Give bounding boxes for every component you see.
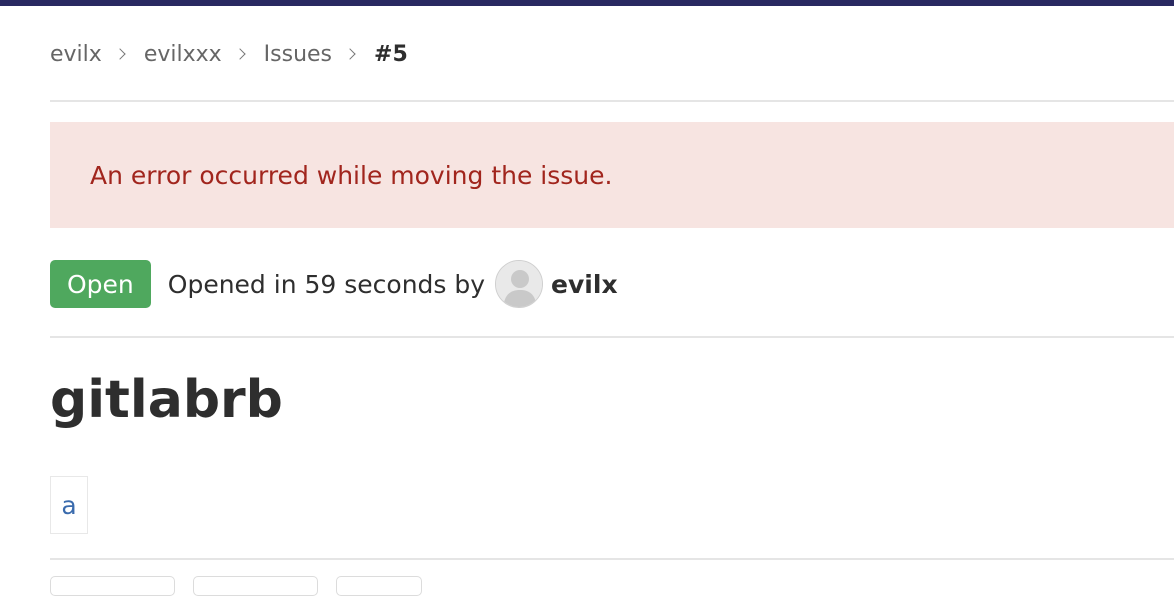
issue-description-text: a: [61, 490, 77, 520]
description-divider: [50, 558, 1174, 560]
breadcrumb-item-group[interactable]: evilx: [50, 42, 102, 67]
issue-description: a: [50, 476, 88, 534]
status-badge: Open: [50, 260, 151, 308]
error-alert-message: An error occurred while moving the issue…: [90, 160, 613, 190]
breadcrumb: evilx evilxxx Issues #5: [50, 36, 408, 72]
chevron-right-icon: [233, 48, 246, 60]
issue-action-button[interactable]: [50, 576, 175, 596]
issue-header-meta: Open Opened in 59 seconds by evilx: [50, 258, 618, 310]
chevron-right-icon: [114, 48, 126, 60]
chevron-right-icon: [344, 48, 356, 60]
default-user-avatar-icon[interactable]: [495, 260, 544, 308]
opened-timestamp-text: Opened in 59 seconds by: [167, 269, 486, 299]
breadcrumb-divider: [50, 100, 1174, 102]
header-divider: [50, 336, 1174, 338]
breadcrumb-item-issues[interactable]: Issues: [264, 42, 332, 67]
issue-title: gitlabrb: [50, 370, 283, 430]
error-alert: An error occurred while moving the issue…: [50, 122, 1174, 228]
issue-action-button[interactable]: [336, 576, 422, 596]
author-link[interactable]: evilx: [551, 270, 618, 299]
breadcrumb-item-project[interactable]: evilxxx: [144, 42, 222, 67]
issue-action-button[interactable]: [193, 576, 318, 596]
breadcrumb-item-current-issue[interactable]: #5: [374, 42, 408, 67]
top-navigation-bar: [0, 0, 1174, 6]
